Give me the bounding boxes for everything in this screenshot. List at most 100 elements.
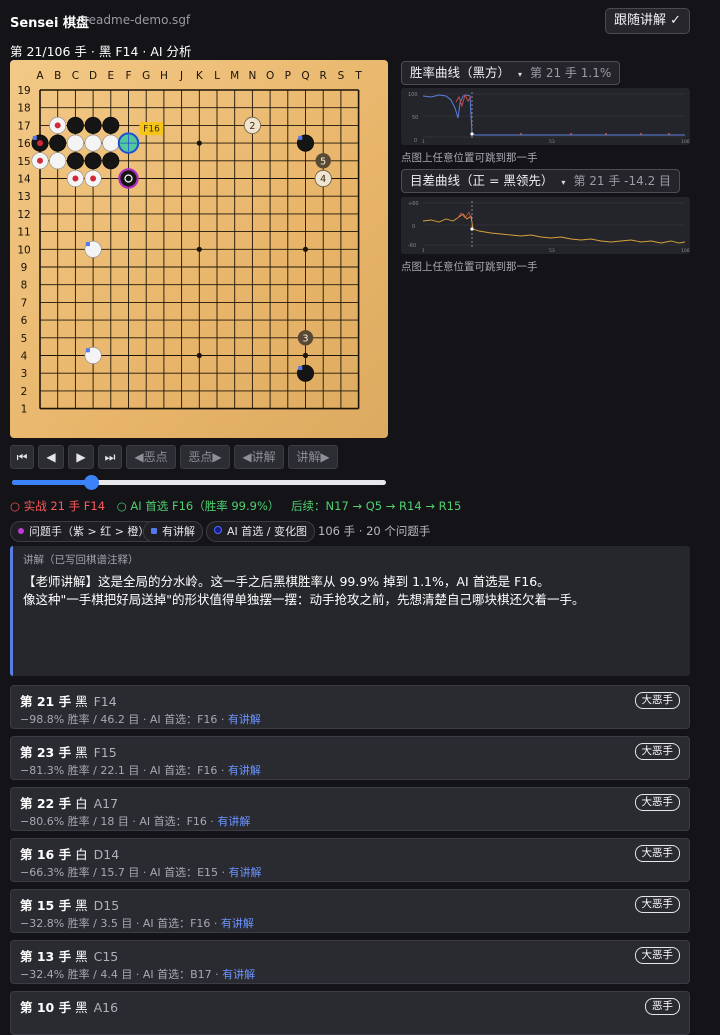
svg-text:-60: -60 (408, 243, 416, 249)
legend-problem-moves[interactable]: 问题手（紫 > 红 > 橙） (10, 521, 158, 542)
mistake-color: 黑 (75, 1000, 88, 1015)
mistake-detail: −66.3% 胜率 / 15.7 目 · AI 首选：E15 · 有讲解 (20, 864, 262, 880)
white-stone (102, 134, 120, 152)
svg-text:0: 0 (412, 224, 415, 230)
problem-count: 106 手 · 20 个问题手 (318, 524, 431, 538)
column-label: G (142, 70, 150, 82)
column-label: L (214, 70, 220, 82)
column-label: D (89, 70, 97, 82)
has-commentary-link[interactable]: 有讲解 (217, 815, 250, 828)
score-chart[interactable]: +60 0 -60 1 53 106 (401, 197, 690, 254)
score-readout: 第 21 手 -14.2 目 (573, 174, 672, 188)
mistake-detail-text: −32.4% 胜率 / 4.4 目 · AI 首选：B17 · (20, 968, 223, 981)
move-slider-thumb[interactable] (84, 475, 99, 490)
column-label: B (54, 70, 61, 82)
row-label: 17 (17, 120, 30, 132)
mistake-card[interactable]: 第 16 手 白 D14 −66.3% 胜率 / 15.7 目 · AI 首选：E1… (10, 838, 690, 882)
mistake-card[interactable]: 第 22 手 白 A17 −80.6% 胜率 / 18 目 · AI 首选：F16 … (10, 787, 690, 831)
mistake-card[interactable]: 第 15 手 黑 D15 −32.8% 胜率 / 3.5 目 · AI 首选：F16… (10, 889, 690, 933)
move-slider-fill (12, 480, 92, 485)
mistake-card-title: 第 16 手 白 D14 (20, 844, 119, 863)
commented-marker (298, 366, 303, 370)
mistake-color: 白 (75, 796, 88, 811)
problem-marker (54, 122, 61, 129)
file-name: readme-demo.sgf (84, 13, 191, 27)
black-stone (84, 116, 102, 134)
row-label: 11 (17, 227, 30, 239)
commented-marker (298, 135, 303, 140)
app-title: Sensei 棋盘 (10, 16, 89, 31)
mistake-card[interactable]: 第 10 手 黑 A16 恶手 (10, 991, 690, 1035)
score-selector[interactable]: 目差曲线（正 = 黑领先） ▾ 第 21 手 -14.2 目 (401, 169, 681, 193)
row-label: 19 (17, 85, 30, 97)
follow-commentary-button[interactable]: 跟随讲解 ✓ (604, 8, 690, 34)
column-label: T (354, 70, 362, 82)
problem-dot-icon (18, 528, 24, 534)
column-label: J (179, 70, 183, 82)
mistake-detail: −32.8% 胜率 / 3.5 目 · AI 首选：F16 · 有讲解 (20, 915, 254, 931)
has-commentary-link[interactable]: 有讲解 (229, 866, 262, 879)
board-canvas[interactable]: A B C D E F G H J K L M N O P Q R S T191817161514131211109… (10, 60, 388, 438)
has-commentary-link[interactable]: 有讲解 (228, 764, 261, 777)
column-label: R (320, 70, 327, 82)
problem-marker (37, 140, 43, 147)
row-label: 4 (21, 351, 28, 363)
has-commentary-link[interactable]: 有讲解 (222, 968, 255, 981)
svg-text:100: 100 (408, 92, 418, 98)
mistake-card[interactable]: 第 21 手 黑 F14 −98.8% 胜率 / 46.2 目 · AI 首选：F1… (10, 685, 690, 729)
row-label: 8 (21, 280, 28, 292)
next-move-button[interactable]: ▶ (68, 445, 94, 469)
mistake-card[interactable]: 第 23 手 黑 F15 −81.3% 胜率 / 22.1 目 · AI 首选：F1… (10, 736, 690, 780)
next-mistake-button[interactable]: 恶点▶ (180, 445, 230, 469)
mistake-detail-text: −32.8% 胜率 / 3.5 目 · AI 首选：F16 · (20, 917, 221, 930)
legend-ai-pick[interactable]: AI 首选 / 变化图 (206, 521, 315, 542)
star-point (302, 246, 309, 252)
star-point (196, 246, 202, 252)
svg-text:0: 0 (414, 138, 417, 144)
black-stone (102, 152, 120, 170)
winrate-selector-label: 胜率曲线（黑方） (410, 65, 511, 80)
legend-ai-pick-label: AI 首选 / 变化图 (227, 525, 307, 538)
row-label: 3 (21, 368, 28, 380)
first-move-button[interactable]: ⏮ (10, 445, 34, 469)
black-stone (49, 134, 67, 152)
has-commentary-link[interactable]: 有讲解 (221, 917, 254, 930)
svg-text:50: 50 (412, 115, 418, 121)
winrate-chart[interactable]: 100 50 0 1 53 106 (401, 88, 690, 145)
severity-badge: 大恶手 (634, 947, 680, 964)
mistake-coord: F14 (93, 694, 117, 709)
last-move-button[interactable]: ⏭ (98, 445, 122, 469)
black-stone (66, 116, 84, 134)
commentary-line-2: 像这种"一手棋把好局送掉"的形状值得单独摆一摆：动手抢攻之前，先想清楚自己哪块棋… (23, 592, 585, 607)
severity-badge: 恶手 (645, 998, 680, 1015)
variation-number: 5 (320, 156, 326, 167)
next-comment-button[interactable]: 讲解▶ (288, 445, 338, 469)
column-label: A (36, 70, 44, 82)
winrate-selector[interactable]: 胜率曲线（黑方） ▾ 第 21 手 1.1% (401, 61, 621, 85)
column-label: N (248, 70, 256, 82)
mistake-color: 白 (75, 847, 88, 862)
severity-badge: 大恶手 (634, 845, 680, 862)
mistake-card[interactable]: 第 13 手 黑 C15 −32.4% 胜率 / 4.4 目 · AI 首选：B17… (10, 940, 690, 984)
row-label: 9 (21, 262, 28, 274)
star-point (302, 352, 309, 359)
mistake-detail-text: −66.3% 胜率 / 15.7 目 · AI 首选：E15 · (20, 866, 229, 879)
go-board[interactable]: A B C D E F G H J K L M N O P Q R S T 19 18 17 16 15 14 13 12 11 10 9… (10, 60, 388, 438)
prev-move-button[interactable]: ◀ (38, 445, 64, 469)
row-label: 6 (21, 315, 28, 327)
column-label: P (285, 70, 291, 82)
column-label: K (196, 70, 204, 82)
actual-move-status: ○ 实战 21 手 F14 (10, 499, 106, 513)
mistake-detail-text: −81.3% 胜率 / 22.1 目 · AI 首选：F16 · (20, 764, 228, 777)
commentary-line-1: 【老师讲解】这是全局的分水岭。这一手之后黑棋胜率从 99.9% 掉到 1.1%，… (23, 574, 550, 589)
star-point (196, 140, 202, 146)
row-label: 12 (17, 209, 30, 221)
problem-marker (72, 175, 79, 182)
svg-text:53: 53 (549, 139, 555, 145)
prev-comment-button[interactable]: ◀讲解 (234, 445, 284, 469)
has-commentary-link[interactable]: 有讲解 (228, 713, 261, 726)
legend-commented[interactable]: 有讲解 (143, 521, 203, 542)
mistake-coord: A17 (93, 796, 119, 811)
mistake-coord: F15 (93, 745, 117, 760)
prev-mistake-button[interactable]: ◀恶点 (126, 445, 176, 469)
